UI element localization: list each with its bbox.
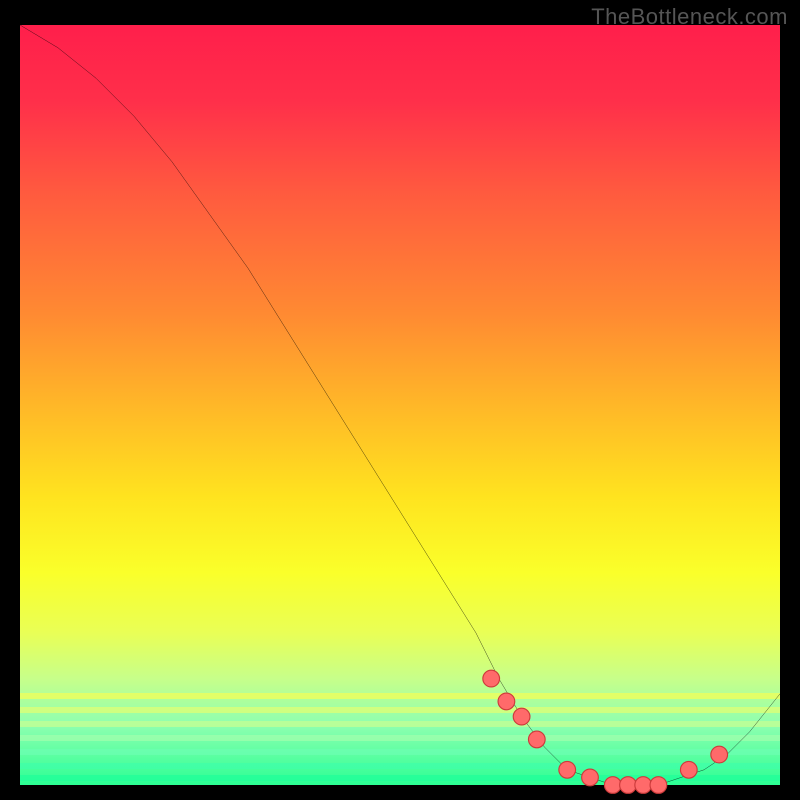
marker-dot	[582, 769, 599, 786]
marker-dot	[559, 761, 576, 778]
marker-dot	[620, 777, 637, 794]
marker-dot	[528, 731, 545, 748]
chart-svg	[20, 25, 780, 785]
marker-dot	[604, 777, 621, 794]
chart-stage: TheBottleneck.com	[0, 0, 800, 800]
marker-dot	[650, 777, 667, 794]
marker-dot	[635, 777, 652, 794]
marker-dot	[513, 708, 530, 725]
marker-dot	[680, 761, 697, 778]
marker-dot	[498, 693, 515, 710]
plot-area	[20, 25, 780, 785]
bottleneck-curve	[20, 25, 780, 785]
marker-dot	[711, 746, 728, 763]
highlight-markers	[483, 670, 728, 793]
marker-dot	[483, 670, 500, 687]
